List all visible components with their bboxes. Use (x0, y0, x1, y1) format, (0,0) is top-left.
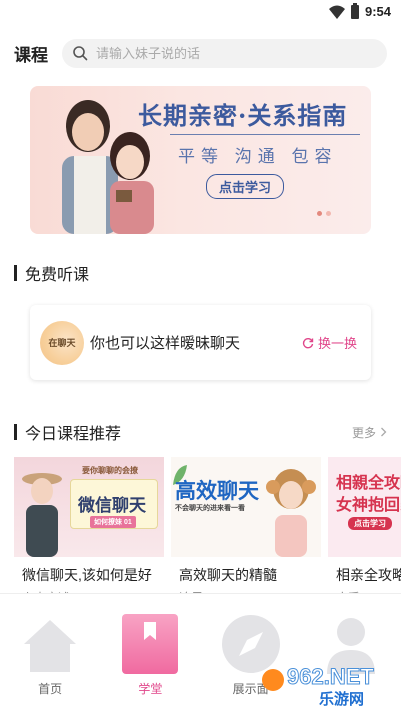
course-title: 高效聊天的精髓 (179, 567, 277, 583)
banner-divider (170, 134, 360, 135)
nav-school-label: 学堂 (138, 682, 163, 696)
free-section-title: 免费听课 (25, 267, 90, 284)
free-section-header: 免费听课 (14, 262, 387, 284)
more-link[interactable]: 更多 (352, 424, 387, 441)
section-marker (14, 424, 17, 440)
thumb-title-2: 女神抱回家 (336, 497, 401, 514)
swap-label: 换一换 (317, 336, 357, 351)
today-section-title: 今日课程推荐 (25, 426, 122, 443)
banner-cta-button[interactable]: 点击学习 (206, 174, 285, 199)
thumb-title: 微信聊天 (78, 496, 146, 515)
course-card[interactable]: 相親全攻略 女神抱回家 点击学习 相亲全攻略 应受 (328, 457, 401, 597)
search-bar[interactable] (62, 38, 387, 68)
nav-home-label: 首页 (38, 682, 63, 696)
chevron-right-icon (381, 427, 387, 437)
thumb-tag: 点击学习 (348, 517, 392, 530)
nav-home[interactable]: 首页 (0, 594, 100, 710)
promo-banner[interactable]: 长期亲密·关系指南 平等 沟通 包容 点击学习 (30, 86, 371, 234)
course-title: 微信聊天,该如何是好 (22, 567, 152, 583)
header: 课程 (14, 38, 387, 68)
course-list: 要你聊聊的会撩 微信聊天 如何撩妹 01 微信聊天,该如何是好 上内变述 高效聊… (14, 457, 401, 597)
thumb-caption: 要你聊聊的会撩 (82, 466, 138, 475)
free-course-title: 你也可以这样暧昧聊天 (90, 335, 241, 352)
search-input[interactable] (96, 45, 346, 61)
more-label: 更多 (351, 425, 376, 440)
thumb-title: 相親全攻略 (336, 475, 401, 492)
carousel-dot (326, 211, 331, 216)
battery-icon (350, 2, 359, 19)
thumb-tag: 如何撩妹 01 (90, 516, 136, 528)
free-course-thumb-text: 在聊天 (48, 338, 76, 348)
free-course-thumbnail: 在聊天 (40, 320, 84, 365)
course-card[interactable]: 高效聊天 不会聊天的进来看一看 高效聊天的精髓 追尽 (171, 457, 321, 597)
refresh-icon (302, 337, 314, 348)
today-section-header: 今日课程推荐 更多 (14, 421, 387, 443)
woman-illustration (22, 473, 62, 557)
girl-illustration (266, 469, 316, 557)
course-thumbnail: 要你聊聊的会撩 微信聊天 如何撩妹 01 (14, 457, 164, 557)
course-thumbnail: 高效聊天 不会聊天的进来看一看 (171, 457, 321, 557)
book-icon (122, 614, 179, 674)
course-card[interactable]: 要你聊聊的会撩 微信聊天 如何撩妹 01 微信聊天,该如何是好 上内变述 (14, 457, 164, 597)
wifi-icon (328, 5, 345, 19)
status-bar: 9:54 (0, 0, 401, 26)
banner-title: 长期亲密·关系指南 (138, 101, 348, 130)
search-icon (73, 46, 88, 61)
banner-subtitle: 平等 沟通 包容 (178, 147, 338, 166)
course-thumbnail: 相親全攻略 女神抱回家 点击学习 (328, 457, 401, 557)
home-icon (24, 620, 77, 672)
section-marker (14, 265, 17, 281)
swap-button[interactable]: 换一换 (302, 333, 357, 352)
page-title: 课程 (14, 45, 48, 65)
thumb-caption: 不会聊天的进来看一看 (175, 505, 245, 512)
site-watermark: 962.NET 乐游网 (262, 664, 375, 708)
thumb-title: 高效聊天 (175, 480, 259, 503)
nav-school[interactable]: 学堂 (100, 594, 200, 710)
carousel-indicator (317, 211, 331, 216)
carousel-dot-active (317, 211, 322, 216)
free-course-card[interactable]: 在聊天 你也可以这样暧昧聊天 换一换 (30, 305, 371, 380)
course-title: 相亲全攻略 (336, 567, 401, 583)
watermark-sub: 乐游网 (319, 690, 364, 708)
status-time: 9:54 (364, 4, 391, 19)
watermark-text: 962.NET (287, 664, 374, 689)
